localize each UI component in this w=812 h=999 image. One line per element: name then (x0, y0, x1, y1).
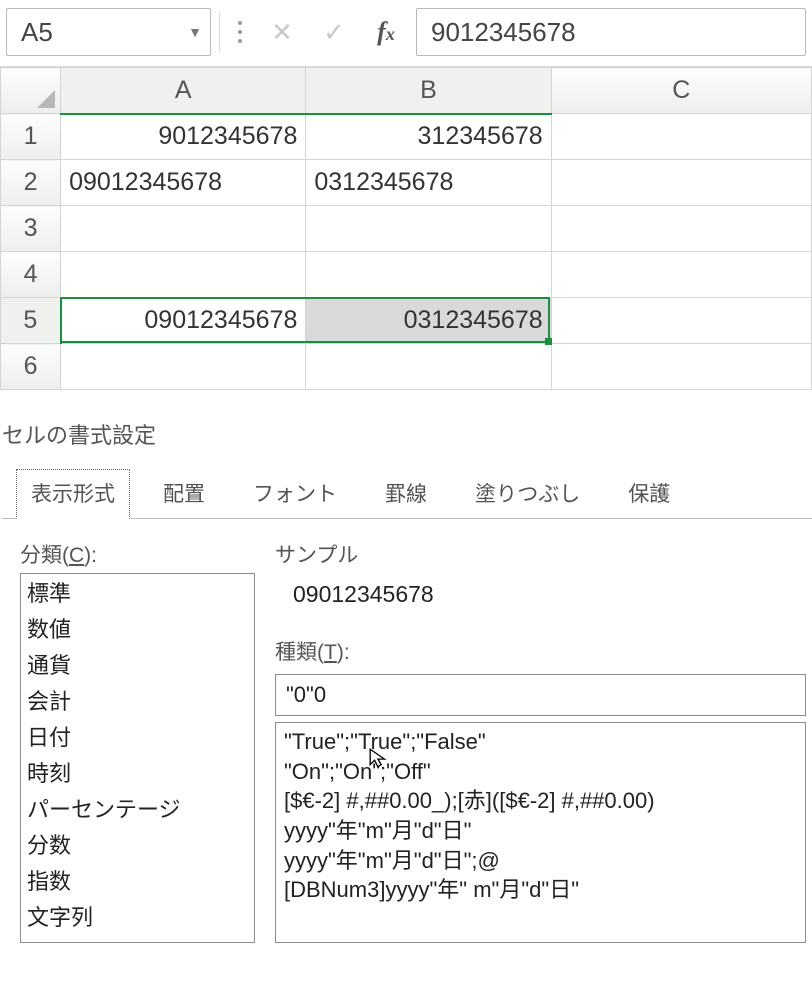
type-list-item[interactable]: "True";"True";"False" (284, 727, 797, 757)
sample-value: 09012345678 (275, 575, 806, 626)
cell-C2[interactable] (551, 160, 811, 206)
sheet-area: A B C 1 9012345678 312345678 2 090123456… (0, 67, 812, 390)
cell-A5[interactable]: 09012345678 (61, 298, 306, 344)
cell-A1[interactable]: 9012345678 (61, 114, 306, 160)
cell-C5[interactable] (551, 298, 811, 344)
tab-fill[interactable]: 塗りつぶし (460, 469, 595, 519)
type-input-value: "0"0 (286, 682, 326, 708)
cell-A3[interactable] (61, 206, 306, 252)
category-item[interactable]: その他 (21, 934, 254, 943)
category-item[interactable]: 日付 (21, 718, 254, 754)
format-cells-dialog: セルの書式設定 表示形式 配置 フォント 罫線 塗りつぶし 保護 分類(C): … (0, 410, 812, 947)
cell-B6[interactable] (306, 344, 551, 390)
fx-icon[interactable]: fx (364, 12, 408, 52)
type-label: 種類(T): (275, 636, 806, 666)
cell-C6[interactable] (551, 344, 811, 390)
name-box[interactable]: A5 ▼ (6, 8, 211, 56)
enter-icon[interactable]: ✓ (312, 12, 356, 52)
col-header-B[interactable]: B (306, 68, 551, 114)
tab-border[interactable]: 罫線 (370, 469, 442, 519)
cell-B5[interactable]: 0312345678 (306, 298, 551, 344)
spreadsheet-grid[interactable]: A B C 1 9012345678 312345678 2 090123456… (0, 67, 812, 390)
cell-A4[interactable] (61, 252, 306, 298)
tab-alignment[interactable]: 配置 (148, 469, 220, 519)
tab-number-format[interactable]: 表示形式 (16, 469, 130, 519)
category-item[interactable]: 文字列 (21, 898, 254, 934)
tab-font[interactable]: フォント (238, 469, 352, 519)
mouse-cursor-icon (368, 747, 390, 769)
category-item[interactable]: 時刻 (21, 754, 254, 790)
type-list-item[interactable]: [$€-2] #,##0.00_);[赤]([$€-2] #,##0.00) (284, 786, 797, 816)
cell-A6[interactable] (61, 344, 306, 390)
row-header-6[interactable]: 6 (1, 344, 61, 390)
category-label: 分類(C): (20, 539, 255, 569)
category-item[interactable]: 数値 (21, 610, 254, 646)
select-all-corner[interactable] (1, 68, 61, 114)
divider (219, 12, 220, 52)
category-item[interactable]: 分数 (21, 826, 254, 862)
row-header-4[interactable]: 4 (1, 252, 61, 298)
dialog-title: セルの書式設定 (2, 414, 812, 468)
col-header-C[interactable]: C (551, 68, 811, 114)
row-header-3[interactable]: 3 (1, 206, 61, 252)
tab-protection[interactable]: 保護 (613, 469, 685, 519)
formula-bar: A5 ▼ ✕ ✓ fx 9012345678 (0, 0, 812, 67)
cell-B4[interactable] (306, 252, 551, 298)
kebab-icon[interactable] (228, 21, 252, 43)
cell-B2[interactable]: 0312345678 (306, 160, 551, 206)
cell-C4[interactable] (551, 252, 811, 298)
category-item[interactable]: 通貨 (21, 646, 254, 682)
row-header-5[interactable]: 5 (1, 298, 61, 344)
category-item[interactable]: 会計 (21, 682, 254, 718)
col-header-A[interactable]: A (61, 68, 306, 114)
type-list[interactable]: "True";"True";"False""On";"On";"Off"[$€-… (275, 722, 806, 943)
dialog-tabs: 表示形式 配置 フォント 罫線 塗りつぶし 保護 (2, 468, 812, 519)
type-input[interactable]: "0"0 (275, 674, 806, 716)
type-list-item[interactable]: [DBNum3]yyyy"年" m"月"d"日" (284, 875, 797, 905)
cell-B3[interactable] (306, 206, 551, 252)
cell-A2[interactable]: 09012345678 (61, 160, 306, 206)
cell-C3[interactable] (551, 206, 811, 252)
cell-C1[interactable] (551, 114, 811, 160)
name-box-value: A5 (21, 17, 53, 48)
cell-B1[interactable]: 312345678 (306, 114, 551, 160)
sample-label: サンプル (275, 539, 806, 569)
category-item[interactable]: パーセンテージ (21, 790, 254, 826)
category-item[interactable]: 標準 (21, 574, 254, 610)
category-list[interactable]: 標準数値通貨会計日付時刻パーセンテージ分数指数文字列その他ユーザー定義 (20, 573, 255, 943)
type-list-item[interactable]: yyyy"年"m"月"d"日";@ (284, 846, 797, 876)
type-list-item[interactable]: "On";"On";"Off" (284, 757, 797, 787)
category-item[interactable]: 指数 (21, 862, 254, 898)
row-header-2[interactable]: 2 (1, 160, 61, 206)
formula-value: 9012345678 (431, 17, 576, 48)
row-header-1[interactable]: 1 (1, 114, 61, 160)
chevron-down-icon[interactable]: ▼ (188, 24, 202, 40)
formula-input[interactable]: 9012345678 (416, 8, 806, 56)
type-list-item[interactable]: yyyy"年"m"月"d"日" (284, 816, 797, 846)
cancel-icon[interactable]: ✕ (260, 12, 304, 52)
